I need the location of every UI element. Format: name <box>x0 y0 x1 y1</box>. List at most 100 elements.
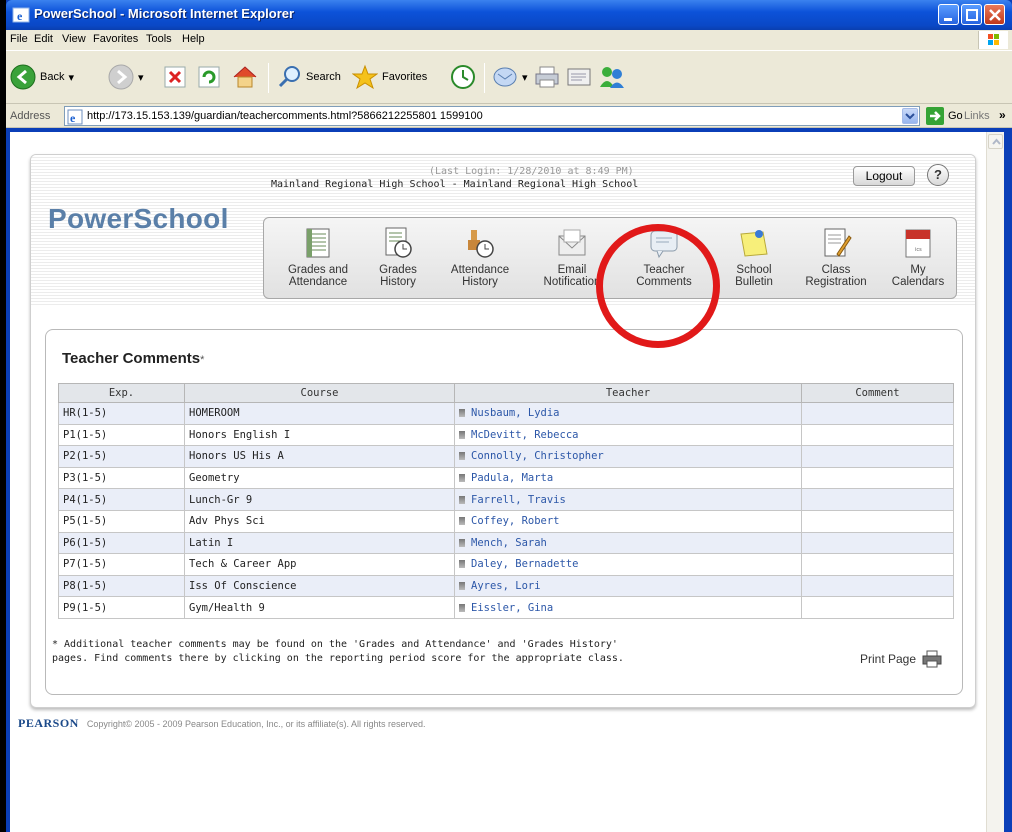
nav-grades-history[interactable]: Grades History <box>354 226 442 288</box>
back-button[interactable]: Back ▾ <box>10 64 74 90</box>
go-label: Go <box>948 110 963 122</box>
messenger-icon <box>600 67 624 88</box>
page-title: Teacher Comments* <box>62 350 205 367</box>
edit-page-icon <box>567 68 591 86</box>
cell-exp: P6(1-5) <box>58 531 185 555</box>
title-bar[interactable]: e PowerSchool - Microsoft Internet Explo… <box>6 0 1012 30</box>
menu-file[interactable]: File <box>10 33 28 45</box>
grades-attendance-icon <box>301 226 335 260</box>
teacher-link[interactable]: Coffey, Robert <box>471 515 560 527</box>
stop-icon <box>164 66 186 88</box>
cell-course: Adv Phys Sci <box>184 509 455 533</box>
cell-course: Tech & Career App <box>184 553 455 576</box>
cell-teacher: Coffey, Robert <box>454 509 802 533</box>
cell-comment <box>801 509 954 533</box>
cell-comment <box>801 423 954 447</box>
refresh-button[interactable] <box>198 66 220 88</box>
cell-exp: P5(1-5) <box>58 509 185 533</box>
cell-comment <box>801 466 954 490</box>
links-label[interactable]: Links <box>964 110 990 122</box>
vertical-scrollbar[interactable] <box>986 132 1004 832</box>
search-button[interactable]: Search <box>278 65 341 89</box>
cell-exp: P7(1-5) <box>58 553 185 576</box>
search-icon <box>278 66 300 88</box>
minimize-button[interactable] <box>938 4 959 25</box>
menu-tools[interactable]: Tools <box>146 33 172 45</box>
forward-button[interactable]: ▾ <box>108 64 144 90</box>
edit-button[interactable] <box>566 66 592 88</box>
search-label: Search <box>306 71 341 83</box>
close-button[interactable] <box>984 4 1005 25</box>
table-row: P3(1-5) Geometry Padula, Marta <box>58 466 954 490</box>
cell-teacher: Mench, Sarah <box>454 531 802 555</box>
help-button[interactable]: ? <box>927 164 949 186</box>
address-label: Address <box>10 110 51 122</box>
messenger-button[interactable] <box>598 65 626 89</box>
nav-my-calendars[interactable]: ics My Calendars <box>874 226 962 288</box>
stop-button[interactable] <box>164 66 186 88</box>
address-bar: Address e http://173.15.153.139/guardian… <box>6 104 1012 128</box>
column-header-exp: Exp. <box>58 383 185 403</box>
nav-teacher-comments[interactable]: Teacher Comments <box>620 226 708 288</box>
nav-grades-attendance[interactable]: Grades and Attendance <box>274 226 362 288</box>
address-input[interactable]: e http://173.15.153.139/guardian/teacher… <box>64 106 920 126</box>
favorites-button[interactable]: Favorites <box>352 64 427 90</box>
cell-exp: P2(1-5) <box>58 445 185 468</box>
back-arrow-icon <box>10 64 36 90</box>
go-arrow-icon <box>926 107 944 125</box>
home-button[interactable] <box>232 65 258 89</box>
teacher-link[interactable]: Padula, Marta <box>471 472 553 484</box>
close-icon <box>989 9 1001 21</box>
table-row: P9(1-5) Gym/Health 9 Eissler, Gina <box>58 596 954 619</box>
print-page-button[interactable]: Print Page <box>860 650 942 668</box>
teacher-link[interactable]: McDevitt, Rebecca <box>471 429 578 441</box>
maximize-button[interactable] <box>961 4 982 25</box>
nav-email-notification[interactable]: Email Notification <box>528 226 616 288</box>
teacher-link[interactable]: Farrell, Travis <box>471 494 566 506</box>
print-button[interactable] <box>534 65 560 89</box>
svg-text:e: e <box>70 111 76 125</box>
cell-teacher: Nusbaum, Lydia <box>454 402 802 425</box>
teacher-link[interactable]: Nusbaum, Lydia <box>471 407 560 419</box>
cell-comment <box>801 596 954 619</box>
menu-edit[interactable]: Edit <box>34 33 53 45</box>
grades-history-icon <box>381 226 415 260</box>
links-chevron-icon[interactable]: » <box>999 108 1006 122</box>
teacher-link[interactable]: Daley, Bernadette <box>471 558 578 570</box>
menu-view[interactable]: View <box>62 33 86 45</box>
nav-school-bulletin[interactable]: School Bulletin <box>710 226 798 288</box>
teacher-link[interactable]: Eissler, Gina <box>471 602 553 614</box>
teacher-link[interactable]: Mench, Sarah <box>471 537 547 549</box>
table-row: P1(1-5) Honors English I McDevitt, Rebecca <box>58 423 954 447</box>
mail-button[interactable]: ▾ <box>492 66 528 88</box>
table-row: P6(1-5) Latin I Mench, Sarah <box>58 531 954 555</box>
menu-bar: File Edit View Favorites Tools Help <box>6 30 1012 50</box>
menu-help[interactable]: Help <box>182 33 205 45</box>
footnote: * Additional teacher comments may be fou… <box>52 639 624 664</box>
powerschool-page: (Last Login: 1/28/2010 at 8:49 PM) Mainl… <box>30 154 976 708</box>
logout-button[interactable]: Logout <box>853 166 915 186</box>
forward-dropdown-icon[interactable]: ▾ <box>138 71 144 84</box>
teacher-link[interactable]: Ayres, Lori <box>471 580 541 592</box>
teacher-link[interactable]: Connolly, Christopher <box>471 450 604 462</box>
cell-course: Gym/Health 9 <box>184 596 455 619</box>
teacher-photo-icon <box>459 517 465 526</box>
nav-class-registration[interactable]: Class Registration <box>792 226 880 288</box>
nav-attendance-history[interactable]: Attendance History <box>436 226 524 288</box>
back-dropdown-icon[interactable]: ▾ <box>68 71 74 84</box>
menu-favorites[interactable]: Favorites <box>93 33 138 45</box>
content-card: Teacher Comments* Exp. Course Teacher Co… <box>45 329 963 695</box>
cell-teacher: Padula, Marta <box>454 466 802 490</box>
cell-comment <box>801 445 954 468</box>
address-dropdown-icon[interactable] <box>902 108 918 124</box>
history-button[interactable] <box>450 64 476 90</box>
printer-icon <box>535 66 559 88</box>
scroll-up-arrow-icon[interactable] <box>988 134 1003 149</box>
mail-dropdown-icon[interactable]: ▾ <box>522 71 528 84</box>
minimize-icon <box>944 18 952 21</box>
address-url: http://173.15.153.139/guardian/teacherco… <box>87 110 483 122</box>
go-button[interactable]: Go <box>926 107 963 125</box>
toolbar: Back ▾ ▾ Search Favorites ▾ <box>6 50 1012 104</box>
window-title: PowerSchool - Microsoft Internet Explore… <box>34 6 295 21</box>
home-icon <box>233 66 257 88</box>
